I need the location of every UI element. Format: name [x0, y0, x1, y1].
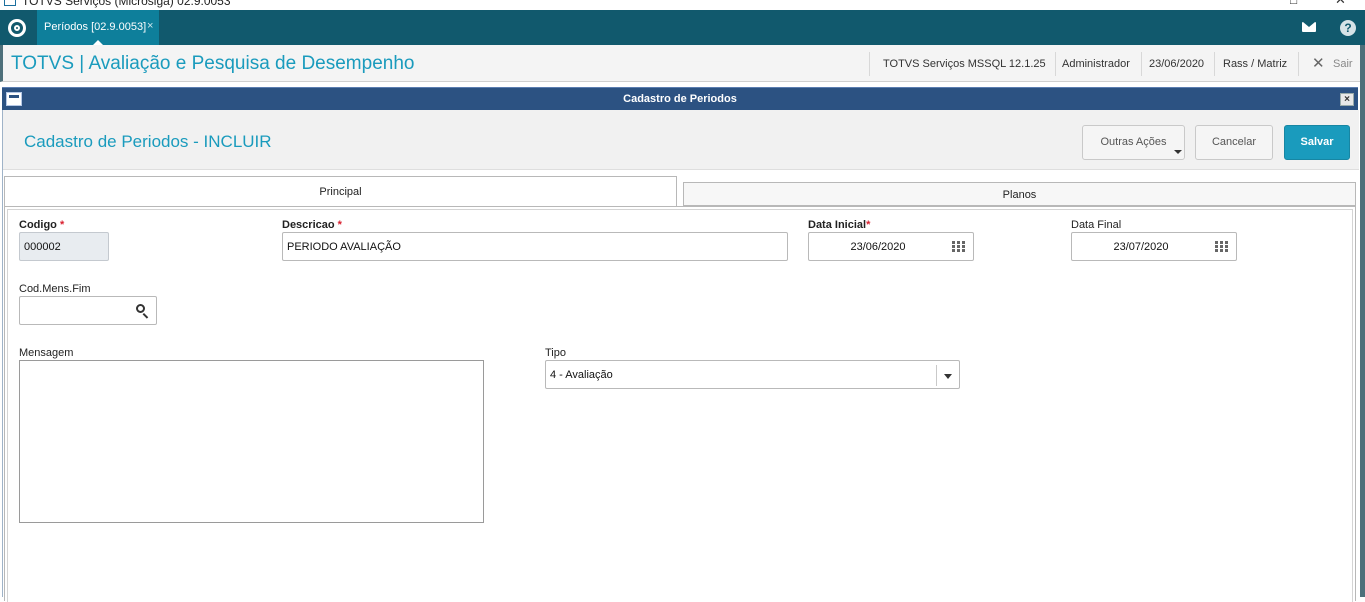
form-area: Codigo * 000002 Descricao * PERIODO AVAL…	[7, 209, 1353, 602]
form-header: Cadastro de Periodos - INCLUIR Outras Aç…	[3, 110, 1359, 170]
header-divider	[869, 52, 870, 76]
tab-planos[interactable]: Planos	[683, 182, 1356, 206]
codigo-value: 000002	[24, 241, 61, 253]
mail-icon[interactable]	[1302, 22, 1316, 32]
data-inicial-label: Data Inicial*	[808, 219, 870, 231]
os-title-bar: TOTVS Serviços (Microsiga) 02.9.0053 □ ✕	[0, 0, 1365, 10]
data-inicial-value: 23/06/2020	[850, 241, 906, 253]
descricao-field[interactable]: PERIODO AVALIAÇÃO	[282, 232, 788, 261]
dialog-title-bar: Cadastro de Periodos ×	[2, 87, 1358, 110]
tipo-select[interactable]: 4 - Avaliação	[545, 360, 960, 389]
branch-info[interactable]: Rass / Matriz	[1223, 58, 1287, 70]
window-title: TOTVS Serviços (Microsiga) 02.9.0053	[22, 0, 231, 8]
close-icon[interactable]: ×	[1340, 93, 1354, 106]
select-divider	[936, 365, 937, 386]
calendar-icon[interactable]	[1215, 241, 1229, 253]
data-final-value: 23/07/2020	[1113, 241, 1169, 253]
cod-mens-fim-label: Cod.Mens.Fim	[19, 283, 91, 295]
descricao-value: PERIODO AVALIAÇÃO	[287, 241, 401, 253]
chevron-down-icon	[1174, 150, 1182, 154]
mensagem-label: Mensagem	[19, 347, 74, 359]
other-actions-button[interactable]: Outras Ações	[1082, 125, 1185, 160]
header-divider	[1141, 52, 1142, 76]
required-marker: *	[337, 219, 342, 231]
cancel-button[interactable]: Cancelar	[1195, 125, 1273, 160]
tab-close-icon[interactable]: ×	[147, 20, 153, 32]
window-close-icon[interactable]: ✕	[1335, 0, 1346, 8]
user-info: Administrador	[1062, 58, 1130, 70]
app-title: TOTVS | Avaliação e Pesquisa de Desempen…	[11, 53, 415, 74]
exit-link[interactable]: Sair	[1333, 58, 1353, 70]
tipo-value: 4 - Avaliação	[550, 369, 613, 381]
calendar-icon[interactable]	[952, 241, 966, 253]
tipo-label: Tipo	[545, 347, 566, 359]
header-divider	[1298, 52, 1299, 76]
header-divider	[1055, 52, 1056, 76]
window-right-border	[1360, 45, 1365, 597]
help-icon[interactable]: ?	[1340, 20, 1356, 36]
other-actions-label: Outras Ações	[1100, 136, 1167, 148]
tab-label: Períodos [02.9.0053]	[44, 21, 147, 33]
descricao-label-text: Descricao	[282, 219, 335, 231]
header-divider	[1214, 52, 1215, 76]
data-inicial-field[interactable]: 23/06/2020	[808, 232, 974, 261]
data-final-field[interactable]: 23/07/2020	[1071, 232, 1237, 261]
maximize-icon[interactable]: □	[1290, 0, 1297, 7]
window-app-icon	[4, 0, 16, 6]
mensagem-textarea[interactable]	[19, 360, 484, 523]
tab-periodos[interactable]: Períodos [02.9.0053] ×	[37, 10, 159, 46]
codigo-field: 000002	[19, 232, 109, 261]
save-button[interactable]: Salvar	[1284, 125, 1350, 160]
date-info: 23/06/2020	[1149, 58, 1205, 70]
home-icon[interactable]	[8, 19, 26, 37]
data-inicial-label-text: Data Inicial	[808, 219, 867, 231]
tab-principal[interactable]: Principal	[4, 176, 677, 206]
required-marker: *	[866, 219, 871, 231]
codigo-label-text: Codigo	[19, 219, 57, 231]
cod-mens-fim-field[interactable]	[19, 296, 157, 325]
form-title: Cadastro de Periodos - INCLUIR	[24, 132, 272, 151]
data-final-label: Data Final	[1071, 219, 1122, 231]
exit-icon[interactable]: ✕	[1312, 54, 1325, 72]
app-header: TOTVS | Avaliação e Pesquisa de Desempen…	[0, 45, 1365, 82]
dialog-title: Cadastro de Periodos	[623, 93, 737, 105]
search-icon[interactable]	[136, 304, 150, 319]
chevron-down-icon[interactable]	[944, 374, 952, 379]
descricao-label: Descricao *	[282, 219, 342, 231]
tab-panel-principal: Codigo * 000002 Descricao * PERIODO AVAL…	[4, 206, 1356, 602]
required-marker: *	[59, 219, 65, 231]
codigo-label: Codigo *	[19, 219, 64, 231]
tab-bar: Períodos [02.9.0053] × ?	[0, 10, 1365, 46]
dialog-body: Cadastro de Periodos - INCLUIR Outras Aç…	[2, 110, 1359, 602]
environment-info: TOTVS Serviços MSSQL 12.1.25	[883, 58, 1046, 70]
